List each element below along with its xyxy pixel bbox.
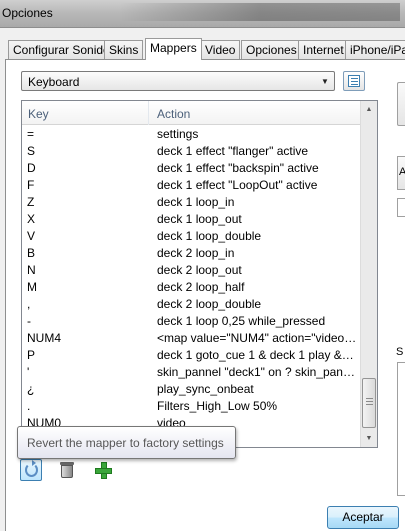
table-row[interactable]: Vdeck 1 loop_double: [22, 228, 362, 245]
mapper-options-button[interactable]: [343, 71, 365, 91]
row-key: F: [27, 178, 35, 192]
row-action: settings: [157, 127, 199, 141]
title-bar-blur: [120, 3, 400, 21]
table-row[interactable]: Zdeck 1 loop_in: [22, 194, 362, 211]
tab-opciones[interactable]: Opciones: [241, 40, 302, 59]
list-icon: [348, 75, 360, 87]
table-row[interactable]: - deck 1 loop 0,25 while_pressed: [22, 313, 362, 330]
row-key: M: [27, 280, 37, 294]
accept-button[interactable]: Aceptar: [327, 506, 399, 529]
table-row[interactable]: Ndeck 2 loop_out: [22, 262, 362, 279]
mapper-select[interactable]: Keyboard ▼: [21, 71, 335, 91]
table-row[interactable]: Sdeck 1 effect "flanger" active: [22, 143, 362, 160]
row-action: deck 1 goto_cue 1 & deck 1 play & de...: [157, 348, 357, 362]
row-action: deck 1 effect "flanger" active: [157, 144, 309, 158]
row-key: Z: [27, 195, 35, 209]
row-action: <map value="NUM4" action="video_fx...: [157, 331, 357, 345]
table-row[interactable]: = settings: [22, 126, 362, 143]
window-title: Opciones: [2, 6, 53, 20]
row-key: S: [27, 144, 36, 158]
tooltip-text: Revert the mapper to factory settings: [27, 436, 224, 450]
row-action: Filters_High_Low 50%: [157, 399, 278, 413]
row-key: X: [27, 212, 36, 226]
row-action: play_sync_onbeat: [157, 382, 254, 396]
table-row[interactable]: Xdeck 1 loop_out: [22, 211, 362, 228]
revert-mapper-button[interactable]: [20, 459, 42, 481]
row-action: skin_pannel "deck1" on ? skin_pannel...: [157, 365, 357, 379]
row-action: deck 1 loop_in: [157, 195, 235, 209]
tab-mappers[interactable]: Mappers: [145, 38, 202, 60]
row-key: B: [27, 246, 36, 260]
mapper-select-value: Keyboard: [28, 75, 80, 89]
table-row[interactable]: Ddeck 1 effect "backspin" active: [22, 160, 362, 177]
table-row[interactable]: NUM4 <map value="NUM4" action="video_fx..…: [22, 330, 362, 347]
scroll-up-icon[interactable]: ▲: [361, 101, 377, 118]
row-key: ': [27, 365, 30, 379]
row-action: deck 2 loop_out: [157, 263, 242, 277]
row-action: deck 2 loop_half: [157, 280, 245, 294]
row-key: NUM4: [27, 331, 62, 345]
trash-icon: [61, 465, 73, 478]
table-row[interactable]: ' skin_pannel "deck1" on ? skin_pannel...: [22, 364, 362, 381]
tab-configurar-sonido[interactable]: Configurar Sonido: [8, 40, 115, 59]
table-rows: = settings Sdeck 1 effect "flanger" active…: [22, 126, 362, 432]
side-box[interactable]: [397, 362, 405, 496]
mapping-table[interactable]: Key Action = settings Sdeck 1 effect "flan…: [21, 100, 378, 448]
scrollbar-thumb[interactable]: [362, 378, 376, 428]
side-button[interactable]: [397, 82, 405, 126]
row-key: -: [27, 314, 31, 328]
vertical-scrollbar[interactable]: ▲ ▼: [360, 101, 377, 447]
plus-icon-center: [102, 469, 106, 473]
tooltip: Revert the mapper to factory settings: [17, 426, 236, 459]
row-action: deck 2 loop_in: [157, 246, 235, 260]
row-key: ¿: [27, 382, 35, 396]
column-separator: [148, 101, 149, 125]
row-key: V: [27, 229, 36, 243]
side-label: S: [396, 346, 404, 358]
row-key: =: [27, 127, 35, 141]
row-action: deck 1 loop_out: [157, 212, 242, 226]
table-row[interactable]: Mdeck 2 loop_half: [22, 279, 362, 296]
tab-video[interactable]: Video: [200, 40, 241, 59]
chevron-down-icon: ▼: [321, 76, 329, 86]
side-field[interactable]: [397, 198, 405, 217]
side-button-2-label: A: [399, 166, 405, 178]
table-row[interactable]: Bdeck 2 loop_in: [22, 245, 362, 262]
row-key: D: [27, 161, 36, 175]
tab-iphone[interactable]: iPhone/iPa: [345, 40, 405, 59]
row-action: deck 1 loop_double: [157, 229, 262, 243]
row-key: .: [27, 399, 31, 413]
row-action: deck 1 effect "LoopOut" active: [157, 178, 318, 192]
scroll-down-icon[interactable]: ▼: [361, 430, 377, 447]
row-action: deck 1 loop 0,25 while_pressed: [157, 314, 326, 328]
add-mapping-button[interactable]: [92, 459, 114, 481]
row-key: P: [27, 348, 36, 362]
tab-internet[interactable]: Internet: [298, 40, 349, 59]
side-button-2[interactable]: A: [397, 156, 405, 190]
row-key: ,: [27, 297, 31, 311]
table-row[interactable]: Fdeck 1 effect "LoopOut" active: [22, 177, 362, 194]
table-header: Key Action: [22, 101, 362, 125]
column-header-key[interactable]: Key: [28, 107, 49, 121]
row-action: deck 2 loop_double: [157, 297, 262, 311]
tab-skins[interactable]: Skins: [104, 40, 144, 59]
table-row[interactable]: . Filters_High_Low 50%: [22, 398, 362, 415]
table-row[interactable]: Pdeck 1 goto_cue 1 & deck 1 play & de...: [22, 347, 362, 364]
row-key: N: [27, 263, 36, 277]
tab-bar: Configurar Sonido Skins Mappers Video Op…: [0, 38, 405, 60]
title-bar: Opciones: [0, 0, 405, 28]
revert-icon: [25, 460, 38, 477]
delete-mapping-button[interactable]: [56, 459, 78, 481]
row-action: deck 1 effect "backspin" active: [157, 161, 319, 175]
column-header-action[interactable]: Action: [157, 107, 190, 121]
table-row[interactable]: ¿ play_sync_onbeat: [22, 381, 362, 398]
table-row[interactable]: , deck 2 loop_double: [22, 296, 362, 313]
